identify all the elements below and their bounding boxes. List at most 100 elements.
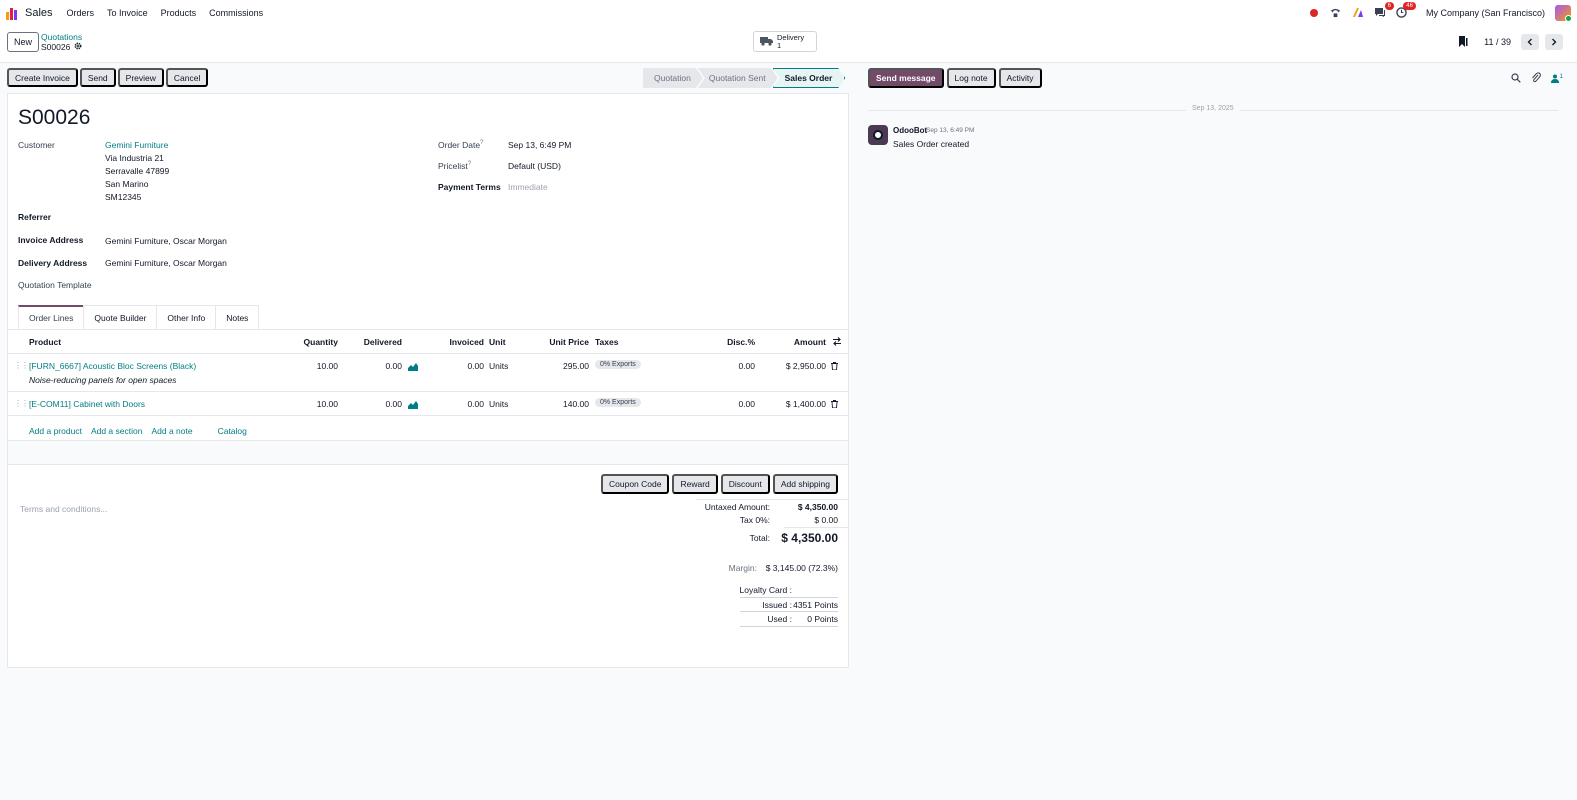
menu-orders[interactable]: Orders: [67, 8, 95, 18]
table-row[interactable]: ⋮⋮ [E-COM11] Cabinet with Doors 10.00 0.…: [8, 392, 848, 416]
pager-value[interactable]: 11 / 39: [1484, 37, 1511, 47]
col-quantity[interactable]: Quantity: [304, 337, 338, 347]
col-disc[interactable]: Disc.%: [727, 337, 755, 347]
new-button[interactable]: New: [7, 32, 40, 52]
control-panel: New Quotations S00026 Delivery 1 11 / 39: [0, 25, 1577, 63]
user-avatar[interactable]: [1555, 4, 1572, 22]
forecast-chart-icon[interactable]: [408, 401, 418, 409]
add-note-link[interactable]: Add a note: [151, 426, 192, 436]
activity-clock-icon[interactable]: 46: [1396, 1, 1416, 19]
tab-quote-builder[interactable]: Quote Builder: [83, 305, 158, 329]
menu-to-invoice[interactable]: To Invoice: [107, 8, 148, 18]
status-quotation-sent[interactable]: Quotation Sent: [698, 68, 778, 88]
line-product[interactable]: [E-COM11] Cabinet with Doors: [29, 399, 145, 409]
col-unit[interactable]: Unit: [489, 337, 506, 347]
send-button[interactable]: Send: [79, 68, 116, 87]
breadcrumb: Quotations S00026: [41, 32, 82, 52]
customer-link[interactable]: Gemini Furniture: [105, 140, 168, 150]
line-unit-price[interactable]: 295.00: [563, 361, 589, 371]
phone-icon[interactable]: [1330, 7, 1342, 19]
pager-previous-button[interactable]: [1521, 34, 1539, 50]
col-product[interactable]: Product: [29, 337, 61, 347]
total-row: Total: $ 4,350.00: [749, 531, 838, 545]
cancel-button[interactable]: Cancel: [165, 68, 209, 87]
company-switcher[interactable]: My Company (San Francisco): [1426, 8, 1545, 18]
systray: 6 46 My Company (San Francisco): [1308, 0, 1572, 25]
line-quantity[interactable]: 10.00: [317, 361, 338, 371]
search-icon[interactable]: [1511, 72, 1521, 85]
terms-and-conditions-field[interactable]: Terms and conditions...: [20, 504, 107, 514]
menu-commissions[interactable]: Commissions: [209, 8, 263, 18]
add-shipping-button[interactable]: Add shipping: [772, 474, 838, 494]
coupon-code-button[interactable]: Coupon Code: [601, 474, 670, 494]
bookmark-icon[interactable]: [1458, 35, 1468, 49]
discount-button[interactable]: Discount: [720, 474, 770, 494]
record-icon[interactable]: [1308, 7, 1320, 19]
activity-button[interactable]: Activity: [998, 68, 1042, 88]
log-note-button[interactable]: Log note: [946, 68, 996, 88]
untaxed-amount-row: Untaxed Amount: $ 4,350.00: [704, 502, 838, 512]
followers-button[interactable]: 1: [1550, 74, 1563, 83]
tax-tag[interactable]: 0% Exports: [595, 398, 641, 407]
line-product[interactable]: [FURN_6667] Acoustic Bloc Screens (Black…: [29, 361, 196, 371]
app-name[interactable]: Sales: [25, 7, 53, 19]
col-amount[interactable]: Amount: [794, 337, 826, 347]
drag-handle-icon[interactable]: ⋮⋮: [14, 361, 29, 370]
delivery-smart-button[interactable]: Delivery 1: [753, 31, 817, 52]
table-row[interactable]: ⋮⋮ [FURN_6667] Acoustic Bloc Screens (Bl…: [8, 354, 848, 392]
tax-tag[interactable]: 0% Exports: [595, 360, 641, 369]
payment-terms-field[interactable]: Immediate: [508, 182, 548, 192]
optional-columns-icon[interactable]: [832, 337, 842, 348]
pricelist-field[interactable]: Default (USD): [508, 161, 561, 171]
col-delivered[interactable]: Delivered: [364, 337, 402, 347]
drag-handle-icon[interactable]: ⋮⋮: [14, 399, 29, 408]
pager-next-button[interactable]: [1545, 34, 1563, 50]
breadcrumb-quotations[interactable]: Quotations: [41, 32, 82, 42]
chat-icon[interactable]: 6: [1374, 1, 1394, 19]
line-unit[interactable]: Units: [489, 399, 508, 409]
trash-icon[interactable]: [831, 362, 838, 370]
tab-notes[interactable]: Notes: [215, 305, 260, 329]
totals-divider: [696, 499, 848, 500]
top-navbar: Sales Orders To Invoice Products Commiss…: [0, 0, 1577, 25]
status-quotation[interactable]: Quotation: [643, 68, 703, 88]
trash-icon[interactable]: [831, 400, 838, 408]
col-invoiced[interactable]: Invoiced: [450, 337, 484, 347]
odoobot-avatar[interactable]: [868, 125, 888, 145]
reward-button[interactable]: Reward: [672, 474, 718, 494]
line-discount[interactable]: 0.00: [738, 361, 755, 371]
menu-products[interactable]: Products: [161, 8, 197, 18]
line-discount[interactable]: 0.00: [738, 399, 755, 409]
preview-button[interactable]: Preview: [117, 68, 164, 87]
line-unit[interactable]: Units: [489, 361, 508, 371]
catalog-link[interactable]: Catalog: [218, 426, 247, 436]
tab-order-lines[interactable]: Order Lines: [18, 305, 85, 329]
date-separator-label: Sep 13, 2025: [1186, 105, 1240, 112]
message-time: Sep 13, 6:49 PM: [926, 127, 975, 134]
gear-icon[interactable]: [74, 42, 82, 52]
tab-other-info[interactable]: Other Info: [156, 305, 217, 329]
status-sales-order[interactable]: Sales Order: [773, 68, 846, 88]
invoice-address-field[interactable]: Gemini Furniture, Oscar Morgan: [105, 236, 227, 246]
ai-icon[interactable]: [1352, 7, 1364, 19]
forecast-chart-icon[interactable]: [408, 363, 418, 371]
message-author[interactable]: OdooBot: [893, 126, 927, 135]
col-taxes[interactable]: Taxes: [595, 337, 618, 347]
truck-icon: [760, 36, 773, 48]
col-unit-price[interactable]: Unit Price: [549, 337, 589, 347]
line-unit-price[interactable]: 140.00: [563, 399, 589, 409]
paperclip-icon[interactable]: [1531, 72, 1541, 85]
order-date-label: Order Date?: [438, 140, 484, 150]
customer-address-line: Via Industria 21: [105, 153, 164, 163]
sales-app-icon[interactable]: [6, 6, 20, 20]
chatter-actions: Send message Log note Activity: [868, 68, 1042, 88]
delivery-address-field[interactable]: Gemini Furniture, Oscar Morgan: [105, 258, 227, 268]
add-section-link[interactable]: Add a section: [91, 426, 143, 436]
create-invoice-button[interactable]: Create Invoice: [7, 68, 78, 87]
referrer-label: Referrer: [18, 212, 52, 222]
add-product-link[interactable]: Add a product: [29, 426, 82, 436]
send-message-button[interactable]: Send message: [868, 68, 944, 88]
line-delivered: 0.00: [385, 361, 402, 371]
order-date-field[interactable]: Sep 13, 6:49 PM: [508, 140, 571, 150]
line-quantity[interactable]: 10.00: [317, 399, 338, 409]
